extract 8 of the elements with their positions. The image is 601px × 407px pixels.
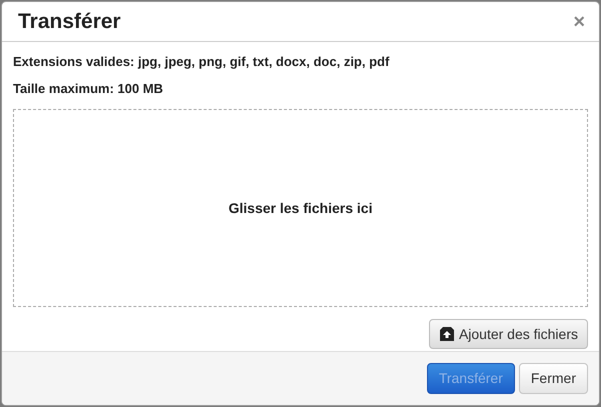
dropzone[interactable]: Glisser les fichiers ici xyxy=(13,109,588,307)
add-files-button[interactable]: Ajouter des fichiers xyxy=(428,319,588,349)
dropzone-label: Glisser les fichiers ici xyxy=(228,198,372,218)
dialog-title: Transférer xyxy=(18,8,121,35)
close-dialog-button[interactable]: Fermer xyxy=(518,363,588,394)
info-text: Extensions valides: jpg, jpeg, png, gif, txt, docx, doc, zip, pdf xyxy=(13,53,390,71)
info-text: Taille maximum: 100 MB xyxy=(13,80,164,98)
upload-box-icon xyxy=(438,327,455,341)
